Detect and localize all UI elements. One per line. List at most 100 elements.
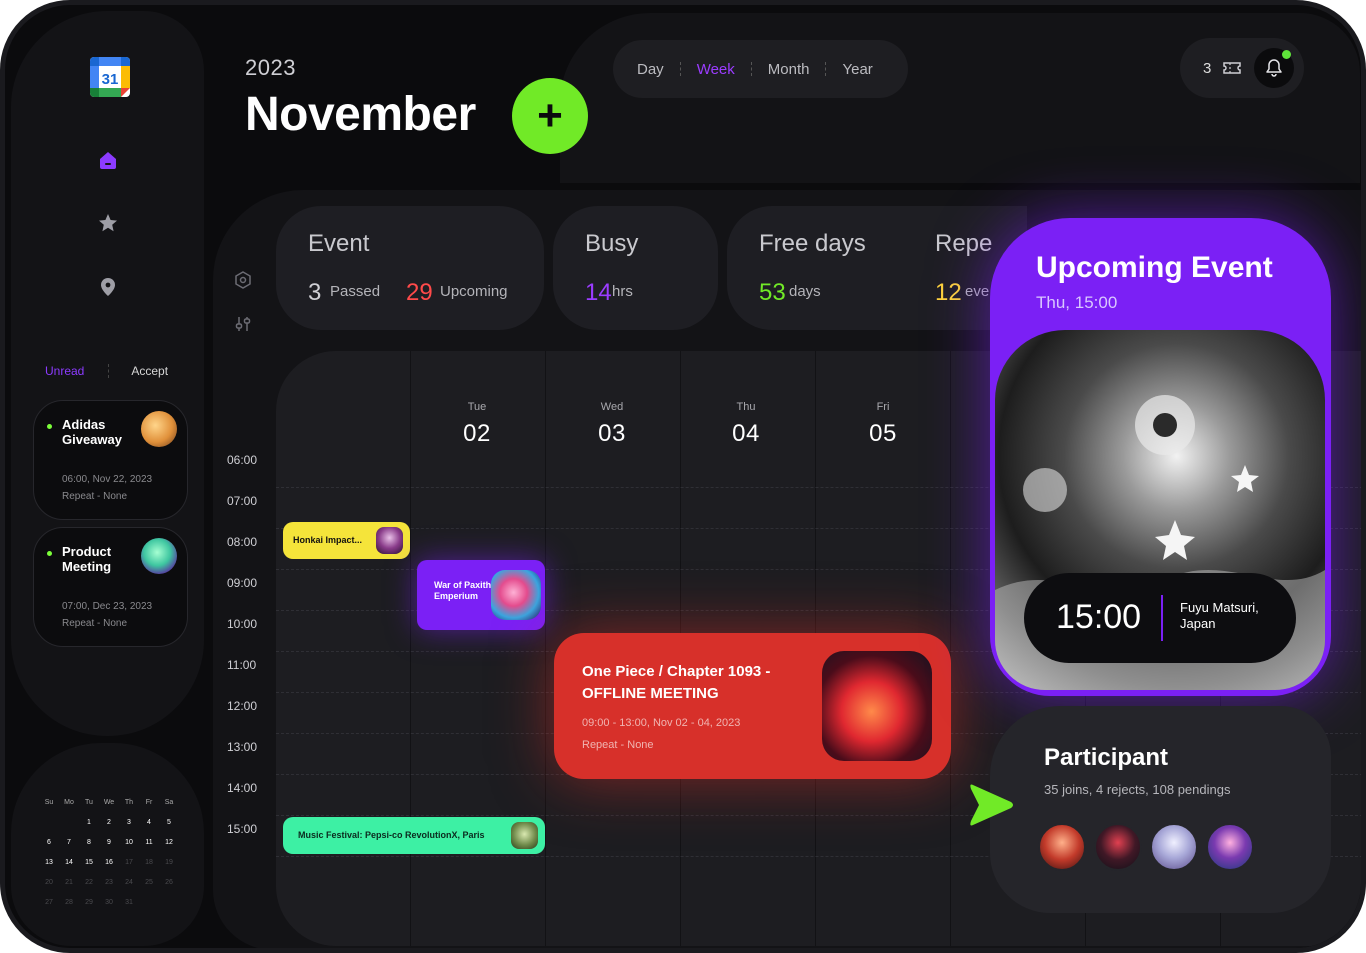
time-label: 12:00 [227,699,258,713]
date-cell[interactable]: 17 [119,852,139,872]
date-cell[interactable]: 25 [139,872,159,892]
upcoming-location: Fuyu Matsuri, Japan [1180,600,1259,631]
date-cell[interactable]: 15 [79,852,99,872]
date-cell[interactable]: 26 [159,872,179,892]
avatar[interactable] [1094,823,1142,871]
date-cell[interactable]: 31 [119,892,139,912]
sidebar: 31 Unread Accept Adidas Giveaway 06:00, … [11,11,204,736]
tab-year[interactable]: Year [842,61,872,78]
upcoming-event-card[interactable]: Upcoming Event Thu, 15:00 15:00 Fuyu Mat… [990,218,1331,696]
date-cell[interactable]: 19 [159,852,179,872]
home-icon[interactable] [97,149,119,171]
stat-card-event[interactable]: Event 3 Passed 29 Upcoming [276,206,544,330]
avatar[interactable] [1038,823,1086,871]
date-cell[interactable]: 13 [39,852,59,872]
date-cell[interactable]: 14 [59,852,79,872]
avatar[interactable] [1150,823,1198,871]
tab-unread[interactable]: Unread [45,364,84,378]
date-cell[interactable]: 12 [159,832,179,852]
invite-time: 06:00, Nov 22, 2023 [62,474,153,485]
participant-title: Participant [1044,744,1169,771]
tab-day[interactable]: Day [637,61,664,78]
bell-icon [1266,59,1282,77]
invite-card[interactable]: Product Meeting 07:00, Dec 23, 2023 Repe… [33,527,188,647]
date-cell[interactable]: 23 [99,872,119,892]
app-window: 31 Unread Accept Adidas Giveaway 06:00, … [0,0,1366,953]
time-label: 11:00 [227,658,257,672]
avatar [141,411,177,447]
date-cell[interactable]: 21 [59,872,79,892]
date-cell[interactable] [159,892,179,912]
date-cell[interactable] [39,812,59,832]
settings-icon[interactable] [233,270,253,290]
stat-busy-unit: hrs [612,283,633,300]
upcoming-time-pill: 15:00 Fuyu Matsuri, Japan [1024,573,1296,663]
date-cell[interactable]: 8 [79,832,99,852]
participant-card[interactable]: Participant 35 joins, 4 rejects, 108 pen… [990,706,1331,913]
date-cell[interactable] [59,812,79,832]
event-title: War of Paxithl Emperium [434,580,494,601]
stat-card-free-days[interactable]: Free days 53 days Repe 12 eve [727,206,1027,330]
date-cell[interactable]: 7 [59,832,79,852]
date-cell[interactable] [139,892,159,912]
invite-repeat: Repeat - None [62,491,128,502]
notification-pill: 3 [1180,38,1304,98]
weekday-label: Mo [64,798,74,806]
add-event-button[interactable]: + [512,78,588,154]
divider [1161,595,1163,641]
date-cell[interactable]: 2 [99,812,119,832]
svg-text:31: 31 [102,71,119,88]
event-time: 09:00 - 13:00, Nov 02 - 04, 2023 [582,717,741,729]
date-cell[interactable]: 6 [39,832,59,852]
filter-sliders-icon[interactable] [233,314,253,334]
play-arrow-icon[interactable] [965,779,1017,831]
invite-title: Adidas Giveaway [62,417,122,447]
date-cell[interactable]: 10 [119,832,139,852]
time-label: 14:00 [227,781,258,795]
date-cell[interactable]: 9 [99,832,119,852]
date-cell[interactable]: 5 [159,812,179,832]
participant-summary: 35 joins, 4 rejects, 108 pendings [1044,782,1231,797]
time-label: 15:00 [227,822,258,836]
date-cell[interactable]: 4 [139,812,159,832]
date-cell[interactable]: 30 [99,892,119,912]
date-cell[interactable]: 11 [139,832,159,852]
date-cell[interactable]: 22 [79,872,99,892]
google-calendar-logo[interactable]: 31 [89,56,131,98]
event-thumbnail [376,527,403,554]
date-cell[interactable]: 18 [139,852,159,872]
ticket-icon[interactable] [1222,58,1242,78]
stat-passed-value: 3 [308,279,322,306]
date-cell[interactable]: 27 [39,892,59,912]
tab-week[interactable]: Week [697,61,735,78]
invite-card[interactable]: Adidas Giveaway 06:00, Nov 22, 2023 Repe… [33,400,188,520]
event-thumbnail [822,651,932,761]
tab-month[interactable]: Month [768,61,810,78]
avatar[interactable] [1206,823,1254,871]
tab-accept[interactable]: Accept [131,364,168,378]
event-one-piece[interactable]: One Piece / Chapter 1093 - OFFLINE MEETI… [554,633,951,779]
event-war-of-paxithl[interactable]: War of Paxithl Emperium [417,560,545,630]
stat-free-value: 53 [759,279,786,306]
day-header[interactable]: Thu 04 [706,401,786,448]
notification-dot [1282,50,1291,59]
date-cell[interactable]: 28 [59,892,79,912]
date-cell[interactable]: 24 [119,872,139,892]
time-label: 13:00 [227,740,258,754]
date-cell[interactable]: 3 [119,812,139,832]
tab-divider [750,62,752,76]
invite-filter-tabs: Unread Accept [45,364,185,378]
location-pin-icon[interactable] [97,276,119,298]
date-cell[interactable]: 1 [79,812,99,832]
date-cell[interactable]: 20 [39,872,59,892]
event-music-festival[interactable]: Music Festival: Pepsi-co RevolutionX, Pa… [283,817,545,854]
date-cell[interactable]: 29 [79,892,99,912]
stat-card-busy[interactable]: Busy 14 hrs [553,206,718,330]
day-header[interactable]: Fri 05 [843,401,923,448]
day-header[interactable]: Tue 02 [437,401,517,448]
star-icon[interactable] [97,212,119,234]
event-title: Music Festival: Pepsi-co RevolutionX, Pa… [298,830,485,840]
day-header[interactable]: Wed 03 [572,401,652,448]
event-honkai[interactable]: Honkai Impact... [283,522,410,559]
date-cell[interactable]: 16 [99,852,119,872]
